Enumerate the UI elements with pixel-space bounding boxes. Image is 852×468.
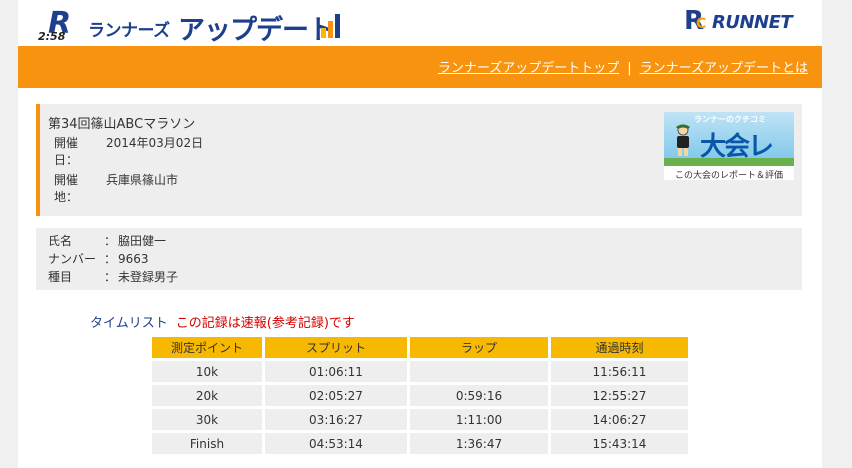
cell-checkpoint: Finish	[152, 433, 262, 454]
runner-name-label: 氏名	[48, 234, 73, 248]
bar-chart-icon	[321, 14, 343, 38]
cell-checkpoint: 10k	[152, 361, 262, 382]
runner-character-icon	[676, 124, 690, 156]
table-row: 30k 03:16:27 1:11:00 14:06:27	[152, 409, 688, 430]
race-title: 第34回篠山ABCマラソン	[48, 117, 196, 132]
logo-text-update: アップデート	[178, 15, 335, 46]
runner-number-value: 9663	[118, 252, 149, 266]
runner-category-label: 種目	[48, 270, 73, 284]
nav-links: ランナーズアップデートトップ | ランナーズアップデートとは	[438, 57, 808, 76]
runner-number-row: ナンバー： 9663	[48, 252, 149, 266]
cell-lap	[410, 361, 548, 382]
cell-passing-time: 12:55:27	[551, 385, 688, 406]
cell-lap: 1:11:00	[410, 409, 548, 430]
header-passing-time: 通過時刻	[551, 337, 688, 358]
race-report-caption: この大会のレポート＆評価	[674, 171, 783, 181]
runner-category-value: 未登録男子	[118, 270, 179, 284]
table-row: 20k 02:05:27 0:59:16 12:55:27	[152, 385, 688, 406]
cell-split: 04:53:14	[265, 433, 407, 454]
header-checkpoint: 測定ポイント	[152, 337, 262, 358]
nav-bar: ランナーズアップデートトップ | ランナーズアップデートとは	[18, 46, 822, 88]
race-place-value: 兵庫県篠山市	[106, 173, 179, 187]
cell-split: 03:16:27	[265, 409, 407, 430]
runnet-logo[interactable]: R C RUNNET	[684, 6, 814, 36]
runner-category-row: 種目：未登録男子	[48, 270, 179, 284]
logo-text-runners: ランナーズ	[88, 21, 170, 41]
cell-passing-time: 11:56:11	[551, 361, 688, 382]
race-date-row: 開催日： 2014年03月02日	[54, 135, 203, 169]
cell-split: 01:06:11	[265, 361, 407, 382]
cell-checkpoint: 20k	[152, 385, 262, 406]
nav-link-about[interactable]: ランナーズアップデートとは	[640, 61, 808, 76]
table-header-row: 測定ポイント スプリット ラップ 通過時刻	[152, 337, 688, 358]
cell-lap: 0:59:16	[410, 385, 548, 406]
runnet-mark-icon: R C	[684, 6, 707, 36]
race-report-banner[interactable]: ランナーのクチコミ 大会レポ この大会のレポート＆評価	[664, 112, 794, 181]
cell-passing-time: 14:06:27	[551, 409, 688, 430]
race-info-box: 第34回篠山ABCマラソン 開催日： 2014年03月02日 開催地： 兵庫県篠山市…	[36, 104, 802, 216]
page: R 2:58 ランナーズ アップデート R C RUNNET ランナーズアップデ…	[18, 0, 822, 468]
cell-split: 02:05:27	[265, 385, 407, 406]
runnet-logo-text: RUNNET	[712, 12, 793, 33]
header-split: スプリット	[265, 337, 407, 358]
cell-passing-time: 15:43:14	[551, 433, 688, 454]
logo-mark-icon: R 2:58	[38, 6, 72, 43]
race-date-value: 2014年03月02日	[106, 136, 204, 150]
cell-checkpoint: 30k	[152, 409, 262, 430]
table-row: Finish 04:53:14 1:36:47 15:43:14	[152, 433, 688, 454]
site-header: R 2:58 ランナーズ アップデート R C RUNNET	[18, 0, 822, 46]
nav-link-top[interactable]: ランナーズアップデートトップ	[438, 61, 619, 76]
cell-lap: 1:36:47	[410, 433, 548, 454]
race-place-row: 開催地： 兵庫県篠山市	[54, 172, 178, 206]
runner-name-value: 脇田健一	[118, 234, 167, 248]
runner-name-row: 氏名：脇田健一	[48, 234, 167, 248]
runner-info-box: 氏名：脇田健一 ナンバー： 9663 種目：未登録男子	[36, 228, 802, 290]
time-list-heading: タイムリスト この記録は速報(参考記録)です	[90, 312, 355, 331]
preliminary-record-notice: この記録は速報(参考記録)です	[175, 316, 355, 331]
runner-number-label: ナンバー	[48, 252, 97, 266]
table-row: 10k 01:06:11 11:56:11	[152, 361, 688, 382]
race-report-banner-image: ランナーのクチコミ 大会レポ	[664, 112, 794, 166]
race-place-label: 開催地：	[54, 173, 79, 204]
runners-update-logo[interactable]: R 2:58 ランナーズ アップデート	[26, 4, 356, 46]
time-list-title: タイムリスト	[90, 316, 168, 331]
nav-separator: |	[627, 61, 632, 76]
header-lap: ラップ	[410, 337, 548, 358]
race-date-label: 開催日：	[54, 136, 79, 167]
split-time-table: 測定ポイント スプリット ラップ 通過時刻 10k 01:06:11 11:56…	[149, 334, 691, 457]
